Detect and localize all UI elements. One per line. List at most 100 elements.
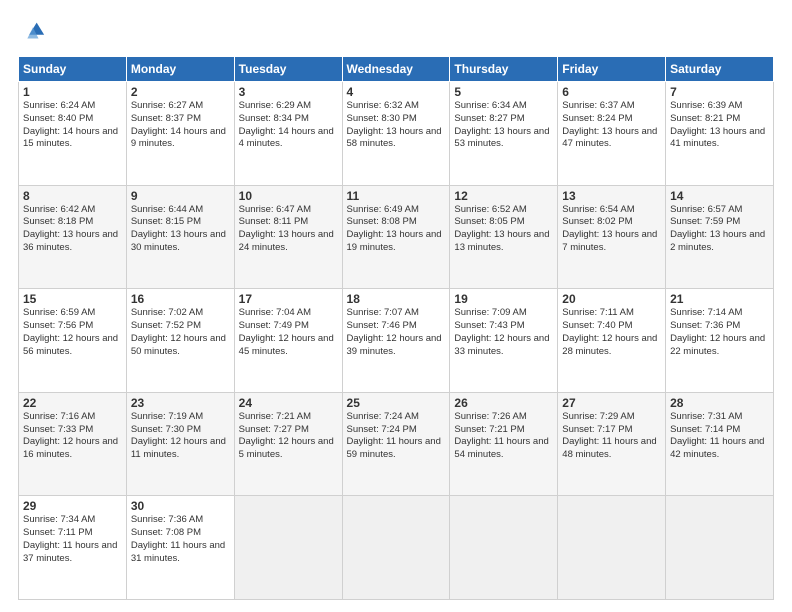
calendar-cell: 23Sunrise: 7:19 AMSunset: 7:30 PMDayligh… bbox=[126, 392, 234, 496]
day-number: 21 bbox=[670, 292, 769, 306]
cell-content: Sunrise: 7:14 AMSunset: 7:36 PMDaylight:… bbox=[670, 307, 769, 358]
logo bbox=[18, 18, 52, 46]
calendar-cell: 21Sunrise: 7:14 AMSunset: 7:36 PMDayligh… bbox=[666, 289, 774, 393]
calendar-week-row: 1Sunrise: 6:24 AMSunset: 8:40 PMDaylight… bbox=[19, 82, 774, 186]
calendar-week-row: 15Sunrise: 6:59 AMSunset: 7:56 PMDayligh… bbox=[19, 289, 774, 393]
cell-content: Sunrise: 6:44 AMSunset: 8:15 PMDaylight:… bbox=[131, 204, 230, 255]
calendar-cell: 3Sunrise: 6:29 AMSunset: 8:34 PMDaylight… bbox=[234, 82, 342, 186]
day-number: 12 bbox=[454, 189, 553, 203]
day-number: 3 bbox=[239, 85, 338, 99]
calendar-cell: 17Sunrise: 7:04 AMSunset: 7:49 PMDayligh… bbox=[234, 289, 342, 393]
weekday-header: Tuesday bbox=[234, 57, 342, 82]
calendar-cell bbox=[558, 496, 666, 600]
weekday-header: Wednesday bbox=[342, 57, 450, 82]
calendar-header-row: SundayMondayTuesdayWednesdayThursdayFrid… bbox=[19, 57, 774, 82]
day-number: 18 bbox=[347, 292, 446, 306]
calendar-cell: 24Sunrise: 7:21 AMSunset: 7:27 PMDayligh… bbox=[234, 392, 342, 496]
day-number: 16 bbox=[131, 292, 230, 306]
cell-content: Sunrise: 7:11 AMSunset: 7:40 PMDaylight:… bbox=[562, 307, 661, 358]
day-number: 8 bbox=[23, 189, 122, 203]
weekday-header: Friday bbox=[558, 57, 666, 82]
calendar-cell: 27Sunrise: 7:29 AMSunset: 7:17 PMDayligh… bbox=[558, 392, 666, 496]
cell-content: Sunrise: 7:24 AMSunset: 7:24 PMDaylight:… bbox=[347, 411, 446, 462]
calendar-cell: 8Sunrise: 6:42 AMSunset: 8:18 PMDaylight… bbox=[19, 185, 127, 289]
calendar-cell bbox=[666, 496, 774, 600]
calendar-cell: 6Sunrise: 6:37 AMSunset: 8:24 PMDaylight… bbox=[558, 82, 666, 186]
cell-content: Sunrise: 6:54 AMSunset: 8:02 PMDaylight:… bbox=[562, 204, 661, 255]
calendar-cell: 12Sunrise: 6:52 AMSunset: 8:05 PMDayligh… bbox=[450, 185, 558, 289]
calendar-cell: 9Sunrise: 6:44 AMSunset: 8:15 PMDaylight… bbox=[126, 185, 234, 289]
day-number: 10 bbox=[239, 189, 338, 203]
logo-icon bbox=[18, 18, 46, 46]
calendar-cell: 10Sunrise: 6:47 AMSunset: 8:11 PMDayligh… bbox=[234, 185, 342, 289]
day-number: 19 bbox=[454, 292, 553, 306]
calendar-cell: 13Sunrise: 6:54 AMSunset: 8:02 PMDayligh… bbox=[558, 185, 666, 289]
day-number: 28 bbox=[670, 396, 769, 410]
day-number: 27 bbox=[562, 396, 661, 410]
cell-content: Sunrise: 6:34 AMSunset: 8:27 PMDaylight:… bbox=[454, 100, 553, 151]
day-number: 23 bbox=[131, 396, 230, 410]
calendar-cell: 26Sunrise: 7:26 AMSunset: 7:21 PMDayligh… bbox=[450, 392, 558, 496]
cell-content: Sunrise: 6:47 AMSunset: 8:11 PMDaylight:… bbox=[239, 204, 338, 255]
calendar-week-row: 29Sunrise: 7:34 AMSunset: 7:11 PMDayligh… bbox=[19, 496, 774, 600]
calendar-cell bbox=[234, 496, 342, 600]
calendar-cell: 22Sunrise: 7:16 AMSunset: 7:33 PMDayligh… bbox=[19, 392, 127, 496]
day-number: 1 bbox=[23, 85, 122, 99]
cell-content: Sunrise: 6:42 AMSunset: 8:18 PMDaylight:… bbox=[23, 204, 122, 255]
cell-content: Sunrise: 7:34 AMSunset: 7:11 PMDaylight:… bbox=[23, 514, 122, 565]
cell-content: Sunrise: 7:02 AMSunset: 7:52 PMDaylight:… bbox=[131, 307, 230, 358]
calendar-cell: 19Sunrise: 7:09 AMSunset: 7:43 PMDayligh… bbox=[450, 289, 558, 393]
calendar-cell bbox=[450, 496, 558, 600]
cell-content: Sunrise: 6:32 AMSunset: 8:30 PMDaylight:… bbox=[347, 100, 446, 151]
cell-content: Sunrise: 6:49 AMSunset: 8:08 PMDaylight:… bbox=[347, 204, 446, 255]
cell-content: Sunrise: 6:29 AMSunset: 8:34 PMDaylight:… bbox=[239, 100, 338, 151]
cell-content: Sunrise: 7:19 AMSunset: 7:30 PMDaylight:… bbox=[131, 411, 230, 462]
day-number: 6 bbox=[562, 85, 661, 99]
cell-content: Sunrise: 7:04 AMSunset: 7:49 PMDaylight:… bbox=[239, 307, 338, 358]
day-number: 7 bbox=[670, 85, 769, 99]
day-number: 20 bbox=[562, 292, 661, 306]
calendar-cell: 4Sunrise: 6:32 AMSunset: 8:30 PMDaylight… bbox=[342, 82, 450, 186]
weekday-header: Saturday bbox=[666, 57, 774, 82]
calendar-table: SundayMondayTuesdayWednesdayThursdayFrid… bbox=[18, 56, 774, 600]
page-header bbox=[18, 18, 774, 46]
calendar-cell: 28Sunrise: 7:31 AMSunset: 7:14 PMDayligh… bbox=[666, 392, 774, 496]
calendar-cell: 30Sunrise: 7:36 AMSunset: 7:08 PMDayligh… bbox=[126, 496, 234, 600]
cell-content: Sunrise: 7:07 AMSunset: 7:46 PMDaylight:… bbox=[347, 307, 446, 358]
calendar-cell: 15Sunrise: 6:59 AMSunset: 7:56 PMDayligh… bbox=[19, 289, 127, 393]
day-number: 11 bbox=[347, 189, 446, 203]
calendar-cell: 7Sunrise: 6:39 AMSunset: 8:21 PMDaylight… bbox=[666, 82, 774, 186]
cell-content: Sunrise: 6:37 AMSunset: 8:24 PMDaylight:… bbox=[562, 100, 661, 151]
day-number: 17 bbox=[239, 292, 338, 306]
day-number: 29 bbox=[23, 499, 122, 513]
day-number: 9 bbox=[131, 189, 230, 203]
day-number: 14 bbox=[670, 189, 769, 203]
day-number: 24 bbox=[239, 396, 338, 410]
cell-content: Sunrise: 7:29 AMSunset: 7:17 PMDaylight:… bbox=[562, 411, 661, 462]
calendar-cell: 14Sunrise: 6:57 AMSunset: 7:59 PMDayligh… bbox=[666, 185, 774, 289]
calendar-cell bbox=[342, 496, 450, 600]
day-number: 25 bbox=[347, 396, 446, 410]
calendar-cell: 25Sunrise: 7:24 AMSunset: 7:24 PMDayligh… bbox=[342, 392, 450, 496]
calendar-week-row: 22Sunrise: 7:16 AMSunset: 7:33 PMDayligh… bbox=[19, 392, 774, 496]
calendar-cell: 1Sunrise: 6:24 AMSunset: 8:40 PMDaylight… bbox=[19, 82, 127, 186]
weekday-header: Thursday bbox=[450, 57, 558, 82]
cell-content: Sunrise: 6:27 AMSunset: 8:37 PMDaylight:… bbox=[131, 100, 230, 151]
calendar-cell: 11Sunrise: 6:49 AMSunset: 8:08 PMDayligh… bbox=[342, 185, 450, 289]
calendar-cell: 5Sunrise: 6:34 AMSunset: 8:27 PMDaylight… bbox=[450, 82, 558, 186]
cell-content: Sunrise: 6:59 AMSunset: 7:56 PMDaylight:… bbox=[23, 307, 122, 358]
cell-content: Sunrise: 6:52 AMSunset: 8:05 PMDaylight:… bbox=[454, 204, 553, 255]
cell-content: Sunrise: 7:16 AMSunset: 7:33 PMDaylight:… bbox=[23, 411, 122, 462]
calendar-cell: 20Sunrise: 7:11 AMSunset: 7:40 PMDayligh… bbox=[558, 289, 666, 393]
day-number: 5 bbox=[454, 85, 553, 99]
cell-content: Sunrise: 7:21 AMSunset: 7:27 PMDaylight:… bbox=[239, 411, 338, 462]
cell-content: Sunrise: 6:24 AMSunset: 8:40 PMDaylight:… bbox=[23, 100, 122, 151]
day-number: 30 bbox=[131, 499, 230, 513]
day-number: 22 bbox=[23, 396, 122, 410]
day-number: 15 bbox=[23, 292, 122, 306]
calendar-cell: 18Sunrise: 7:07 AMSunset: 7:46 PMDayligh… bbox=[342, 289, 450, 393]
day-number: 26 bbox=[454, 396, 553, 410]
cell-content: Sunrise: 7:31 AMSunset: 7:14 PMDaylight:… bbox=[670, 411, 769, 462]
day-number: 13 bbox=[562, 189, 661, 203]
day-number: 2 bbox=[131, 85, 230, 99]
